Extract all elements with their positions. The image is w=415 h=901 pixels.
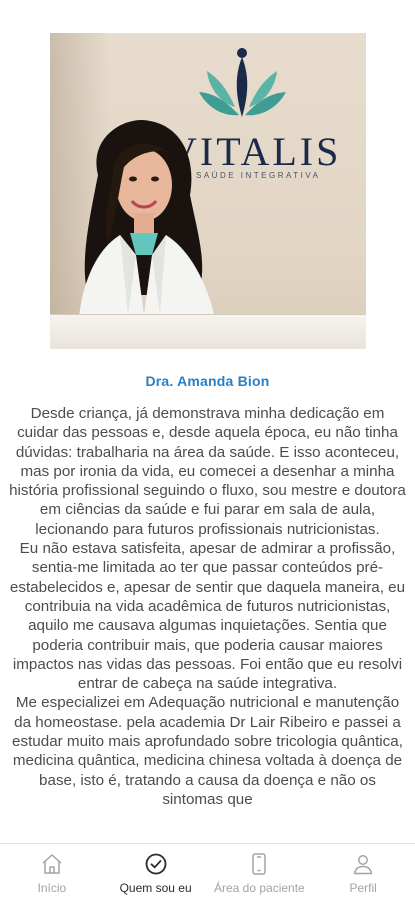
reception-counter <box>50 314 366 349</box>
tab-label: Quem sou eu <box>119 881 192 895</box>
tab-area-do-paciente[interactable]: Área do paciente <box>208 844 312 901</box>
doctor-name: Dra. Amanda Bion <box>145 373 270 389</box>
home-icon <box>42 854 62 874</box>
tab-inicio[interactable]: Início <box>0 844 104 901</box>
tab-label: Início <box>37 881 67 895</box>
tab-label: Perfil <box>349 881 377 895</box>
bio-paragraph: Eu não estava satisfeita, apesar de admi… <box>9 540 406 693</box>
profile-photo: VITALIS SAÚDE INTEGRATIVA <box>50 33 366 349</box>
tab-label: Área do paciente <box>214 881 305 895</box>
bio-paragraph: Me especializei em Adequação nutricional… <box>12 694 403 808</box>
phone-icon <box>252 853 267 875</box>
tab-perfil[interactable]: Perfil <box>311 844 415 901</box>
bottom-tab-bar: Início Quem sou eu Área do paciente Perf… <box>0 843 415 901</box>
user-icon <box>353 855 373 875</box>
bio-paragraph: Desde criança, já demonstrava minha dedi… <box>9 405 406 538</box>
tab-quem-sou-eu[interactable]: Quem sou eu <box>104 844 208 901</box>
biography-text: Desde criança, já demonstrava minha dedi… <box>8 404 407 846</box>
check-circle-icon <box>145 853 167 875</box>
